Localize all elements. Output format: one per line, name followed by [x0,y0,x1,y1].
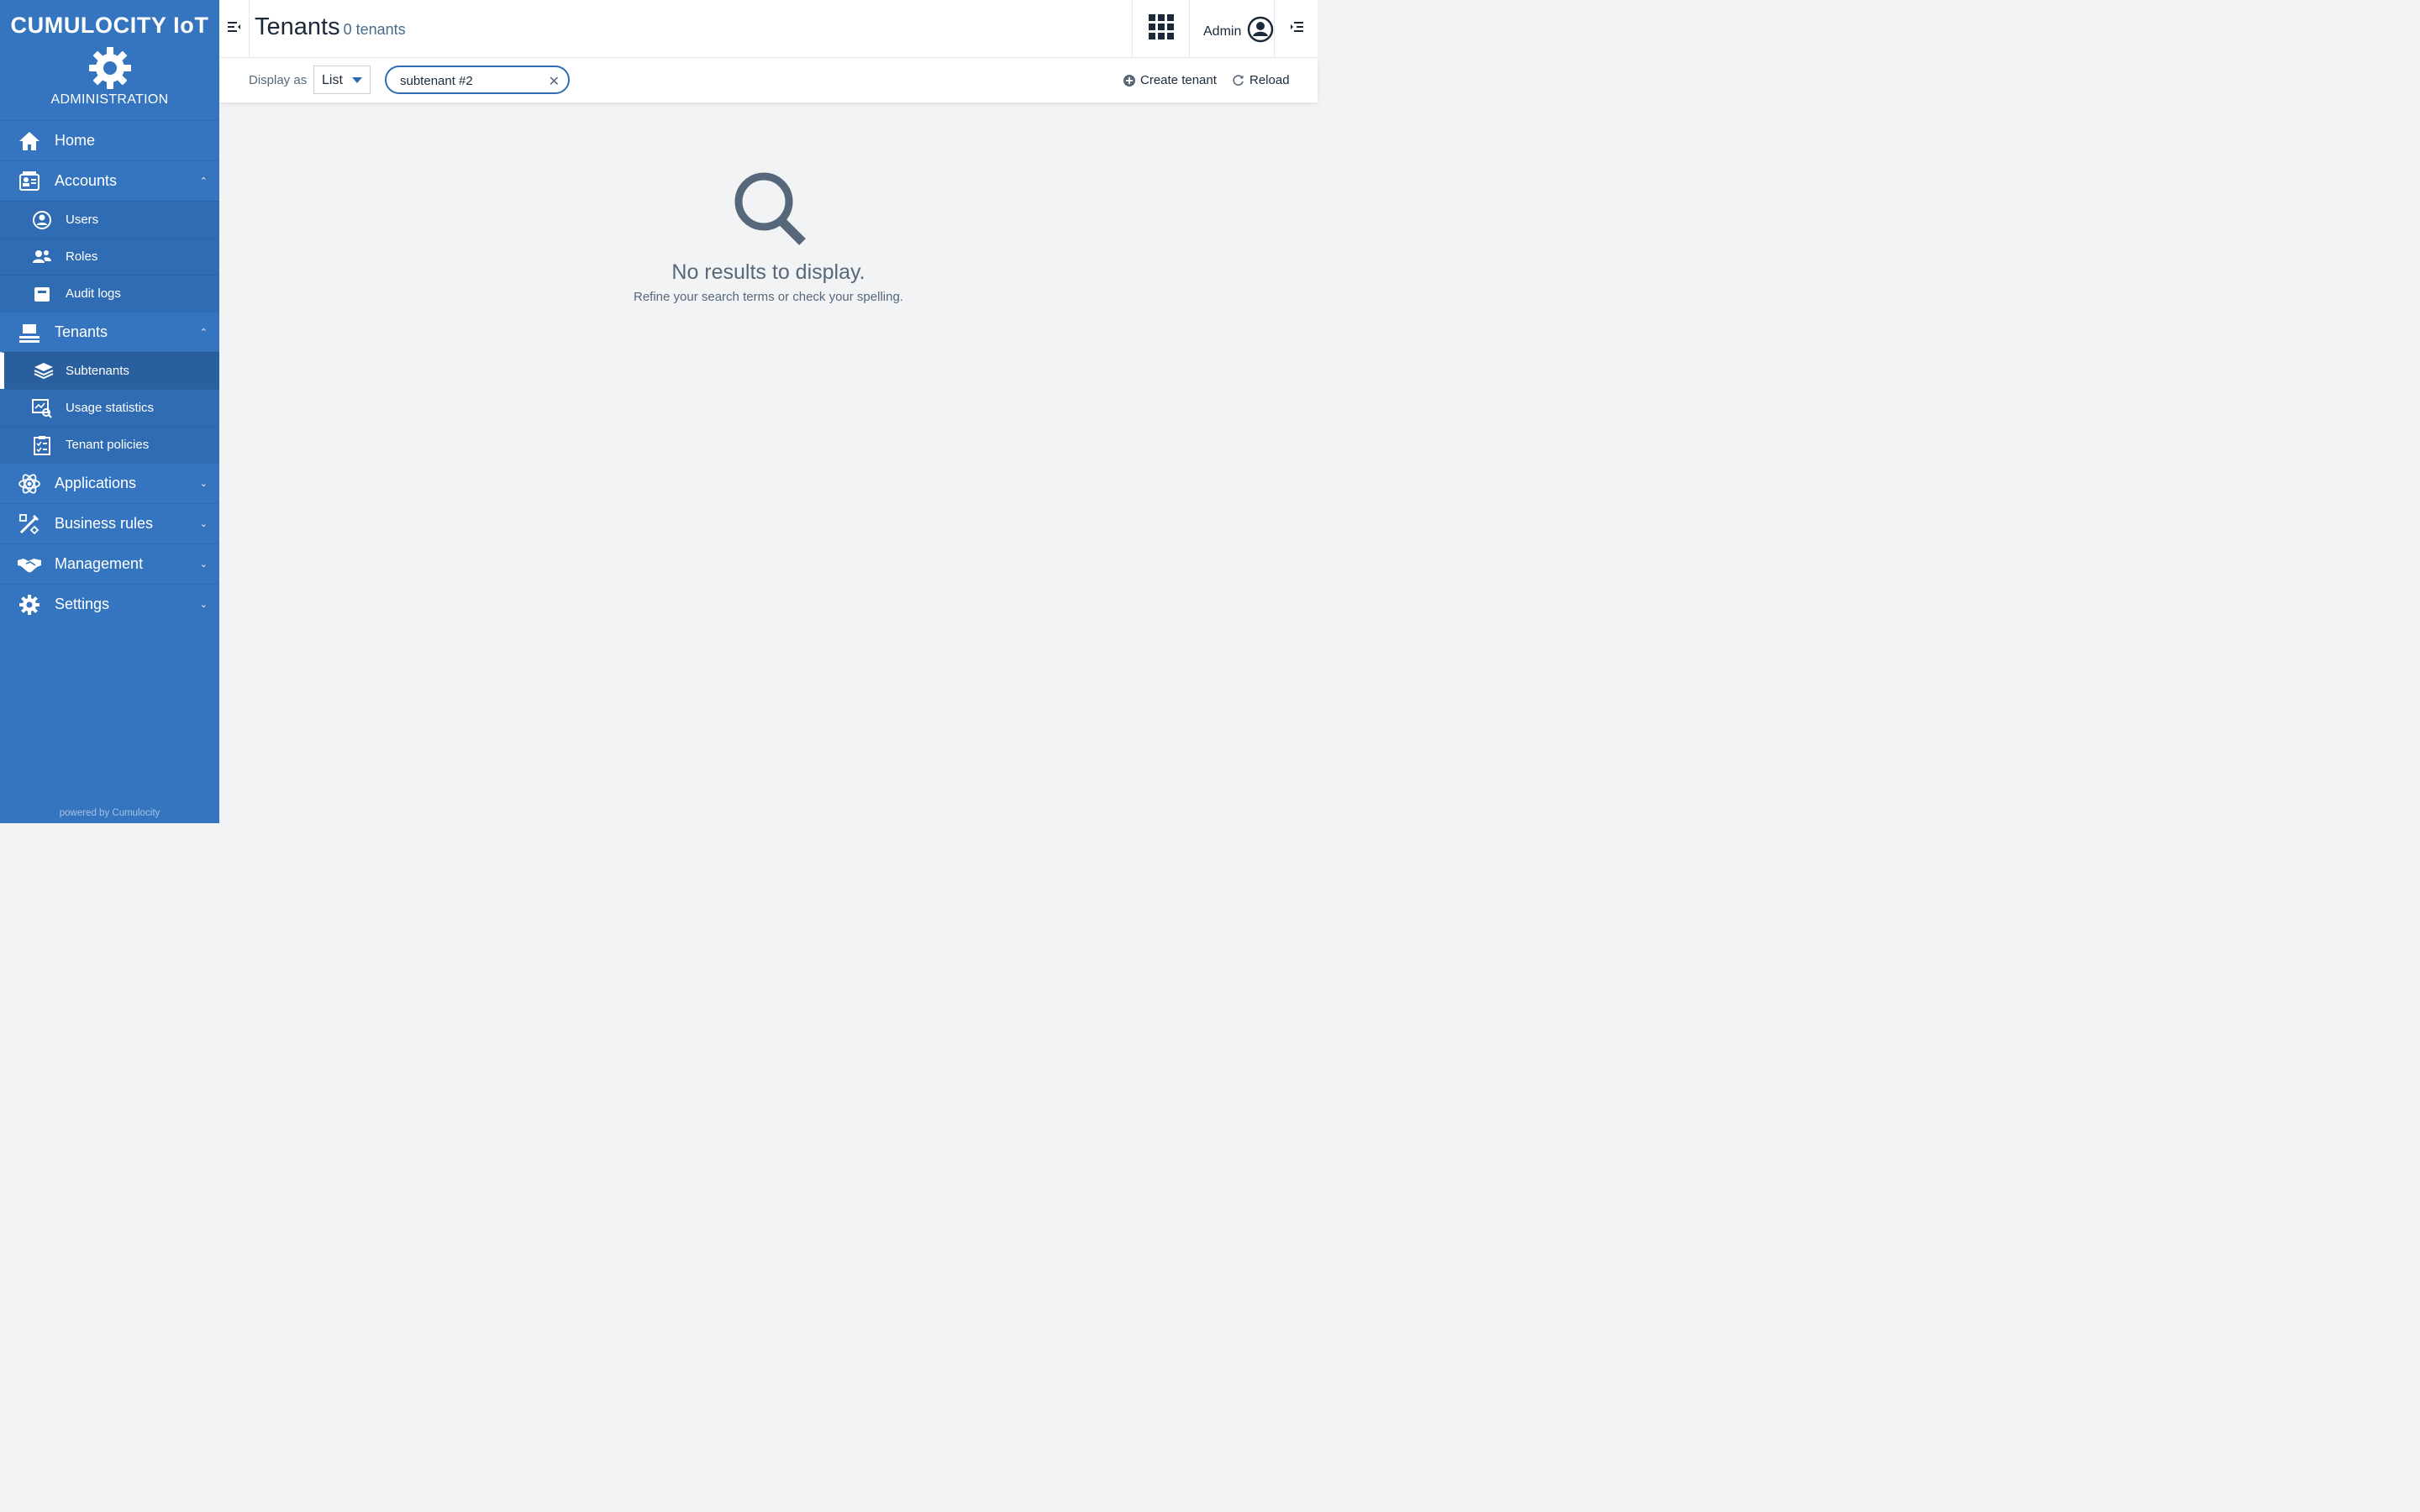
nav-home[interactable]: Home [0,120,219,160]
user-circle-icon [30,209,54,231]
plus-circle-icon [1123,74,1135,87]
search-input[interactable] [400,72,543,89]
cog-icon [15,592,44,617]
empty-subtitle: Refine your search terms or check your s… [634,290,903,304]
nav-usage-statistics-label: Usage statistics [66,401,155,415]
chevron-up-icon: ⌃ [199,176,208,186]
chevron-down-icon: ⌄ [199,519,208,529]
refresh-icon [1232,74,1244,87]
chevron-down-icon: ⌄ [199,600,208,610]
grid-icon [1148,14,1174,44]
user-name: Admin [1203,24,1242,39]
nav-tenants[interactable]: Tenants ⌃ [0,312,219,352]
chevron-up-icon: ⌃ [199,328,208,338]
usage-statistics-icon [30,397,54,419]
sidebar: CUMULOCITY IoT ADMINISTRATION Home Accou… [0,0,219,823]
toggle-sidebar-button[interactable] [219,0,250,58]
nav-audit-logs-label: Audit logs [66,286,121,301]
nav-business-rules[interactable]: Business rules ⌄ [0,503,219,543]
nav-accounts-label: Accounts [55,172,118,189]
magnifier-icon [729,168,809,249]
nav-subtenants-label: Subtenants [66,364,129,378]
powered-by: powered by Cumulocity [59,808,160,818]
page-title-text: Tenants [255,13,340,40]
nav-settings[interactable]: Settings ⌄ [0,584,219,624]
accounts-icon [15,169,44,194]
user-menu-button[interactable]: Admin [1189,0,1275,58]
chevron-down-icon: ⌄ [199,559,208,570]
search-box: ✕ [385,66,570,94]
nav-subtenants[interactable]: Subtenants [0,352,219,389]
nav-tenant-policies-label: Tenant policies [66,438,150,452]
caret-down-icon [352,77,362,83]
nav-settings-label: Settings [55,596,110,612]
tenants-icon [15,320,44,345]
nav-audit-logs[interactable]: Audit logs [0,275,219,312]
gear-icon [87,45,133,91]
user-avatar-icon [1247,16,1274,47]
archive-icon [30,283,54,305]
page-title: Tenants 0 tenants [255,13,406,41]
display-as-select[interactable]: List [313,66,371,94]
clipboard-check-icon [30,434,54,456]
menu-collapse-icon [227,21,241,37]
layers-icon [32,360,55,382]
business-rules-icon [15,512,44,537]
nav-accounts[interactable]: Accounts ⌃ [0,160,219,201]
nav-roles-label: Roles [66,249,98,264]
nav-applications[interactable]: Applications ⌄ [0,463,219,503]
home-icon [15,129,44,154]
toolbar: Display as List ✕ Create tenant Reload [219,58,1318,102]
create-tenant-label: Create tenant [1140,73,1217,87]
nav-tenant-policies[interactable]: Tenant policies [0,426,219,463]
clear-search-icon[interactable]: ✕ [549,73,560,90]
roles-icon [30,246,54,268]
nav-business-rules-label: Business rules [55,515,154,532]
nav-tenants-label: Tenants [55,323,108,340]
drawer-toggle-icon [1290,21,1303,37]
empty-state: No results to display. Refine your searc… [219,168,1318,304]
nav-users[interactable]: Users [0,201,219,238]
nav-usage-statistics[interactable]: Usage statistics [0,389,219,426]
brand-title: CUMULOCITY IoT [10,13,209,38]
toggle-right-drawer-button[interactable] [1276,0,1318,58]
empty-title: No results to display. [671,260,865,284]
nav-roles[interactable]: Roles [0,238,219,275]
sidebar-nav: Home Accounts ⌃ Users Roles Audit logs T… [0,120,219,624]
nav-management-label: Management [55,555,144,572]
nav-management[interactable]: Management ⌄ [0,543,219,584]
create-tenant-button[interactable]: Create tenant [1123,73,1217,87]
chevron-down-icon: ⌄ [199,479,208,489]
nav-home-label: Home [55,132,96,149]
header: Tenants 0 tenants Admin [219,0,1318,58]
atom-icon [15,471,44,496]
reload-button[interactable]: Reload [1232,73,1290,87]
app-switcher-button[interactable] [1132,0,1189,58]
nav-users-label: Users [66,213,99,227]
brand: CUMULOCITY IoT ADMINISTRATION [0,0,219,120]
app-name: ADMINISTRATION [50,92,169,107]
handshake-icon [15,552,44,577]
reload-label: Reload [1249,73,1290,87]
tenant-count: 0 tenants [343,21,406,38]
display-as-value: List [322,73,343,87]
display-as-label: Display as [249,73,308,87]
nav-applications-label: Applications [55,475,137,491]
